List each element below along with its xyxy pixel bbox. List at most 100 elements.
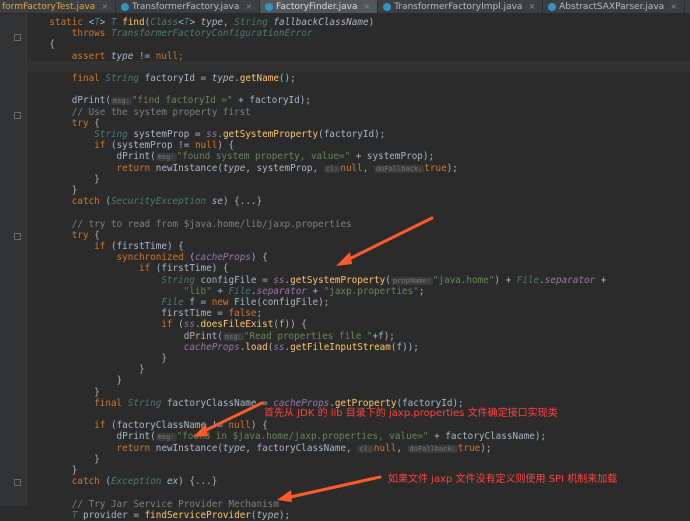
code-token: "find factoryId =" [132,95,233,106]
code-token: (factoryId); [318,129,385,140]
code-token: "found in $java.home/jaxp.properties, va… [177,431,429,442]
code-token: dPrint( [27,151,156,162]
code-token: ss [273,275,284,286]
parameter-hint: doFallback: [408,445,458,453]
tab-transformerfactory-java[interactable]: TransformerFactory.java × [116,0,260,13]
code-token: factoryClassName = [167,398,273,409]
code-token: ) {...} [223,196,262,207]
code-token: > [189,17,200,28]
code-token: if [27,420,111,431]
code-token: systemProp = [133,129,206,140]
code-token: firstTime = [27,308,229,319]
fold-marker-icon[interactable] [14,233,21,240]
java-class-icon [548,3,556,11]
code-line: try { [27,230,100,241]
code-token: != [133,51,155,62]
code-line: dPrint(msg:"found in $java.home/jaxp.pro… [27,431,546,442]
code-token: dPrint( [27,331,223,342]
code-token: } [27,387,100,398]
code-line: } [27,465,77,476]
code-token: dPrint( [27,431,156,442]
tab-factoryfinder-java[interactable]: FactoryFinder.java × [260,0,378,13]
code-token: configFile = [201,275,274,286]
close-icon[interactable]: × [101,2,108,11]
code-token: try [27,230,94,241]
tab-label: TransformerFactoryImpl.java [394,2,522,12]
code-line: if (systemProp != null) { [27,140,234,151]
code-token: File [229,286,251,297]
code-token: type [223,443,245,454]
code-token: , [396,443,407,454]
code-line: return newInstance(type, systemProp, cl:… [27,163,458,174]
code-token: File [517,275,539,286]
code-token: f = [189,297,211,308]
annotation-jaxp-properties: 首先从 JDK 的 lib 目录下的 jaxp.properties 文件确定接… [264,404,558,419]
code-token: factoryId = [145,73,212,84]
code-token: } [27,375,122,386]
code-token: ; [419,286,425,297]
close-icon[interactable]: × [245,2,252,11]
code-line: } [27,185,77,196]
tab-xmlparser-java[interactable]: XMLParser.java× [685,0,690,13]
tab-abstractsaxparser-java[interactable]: AbstractSAXParser.java × [543,0,685,13]
code-token: "jaxp.properties" [324,286,419,297]
code-token: getFileInputStream [290,342,391,353]
code-line: String configFile = ss.getSystemProperty… [27,275,606,286]
fold-marker-icon[interactable] [14,479,21,486]
code-token: true [424,163,446,174]
code-editor[interactable]: static <T> T find(Class<T> type, String … [27,14,690,506]
tab-label: TransformerFactory.java [132,2,239,12]
code-token: ss [206,129,217,140]
code-token: } [27,454,100,465]
tab-formfactorytest-java[interactable]: formFactoryTest.java× [0,0,116,13]
code-token: ss [273,342,284,353]
code-token: try [27,118,94,129]
code-token: ss [184,319,195,330]
code-token: return [27,163,156,174]
code-token: return [27,443,156,454]
code-token: throws [27,28,111,39]
close-icon[interactable]: × [528,2,535,11]
code-token: String [27,129,133,140]
fold-marker-icon[interactable] [14,34,21,41]
code-line: if (firstTime) { [27,263,229,274]
code-token: static [27,17,89,28]
code-token: null [195,140,217,151]
code-line: cacheProps.load(ss.getFileInputStream(f)… [27,342,419,353]
code-token: ) + [494,275,516,286]
code-token: (f)); [391,342,419,353]
code-token: fallbackClassName [273,17,368,28]
code-token: separator [257,286,307,297]
fold-marker-icon[interactable] [14,112,21,119]
code-token: if [27,140,111,151]
code-token: String [105,73,144,84]
code-token: true [458,443,480,454]
tab-label: AbstractSAXParser.java [559,2,664,12]
code-token: ); [279,510,290,521]
line-gutter [0,14,27,506]
code-token: ) [369,17,375,28]
code-line: { [27,39,55,50]
code-line: } [27,375,122,386]
code-token: find [122,17,144,28]
code-token: // try to read from $java.home/lib/jaxp.… [27,219,352,230]
code-line: static <T> T find(Class<T> type, String … [27,17,374,28]
code-line: File f = new File(configFile); [27,297,329,308]
code-token: (firstTime) { [156,263,229,274]
close-icon[interactable]: × [364,2,371,11]
code-token: final [27,398,128,409]
code-token: } [27,364,145,375]
code-token: separator [545,275,595,286]
code-token: + factoryId); [233,95,311,106]
code-token: , systemProp, [245,163,323,174]
code-token: ex [167,476,178,487]
code-line: // Try Jar Service Provider Mechanism [27,499,279,510]
close-icon[interactable]: × [670,2,677,11]
code-line: return newInstance(type, factoryClassNam… [27,443,491,454]
code-token: newInstance( [156,443,223,454]
tab-transformerfactoryimpl-java[interactable]: TransformerFactoryImpl.java × [378,0,543,13]
parameter-hint: cl: [357,445,374,453]
tab-label: FactoryFinder.java [276,2,357,12]
code-token: ) { [251,252,268,263]
code-line: } [27,387,100,398]
